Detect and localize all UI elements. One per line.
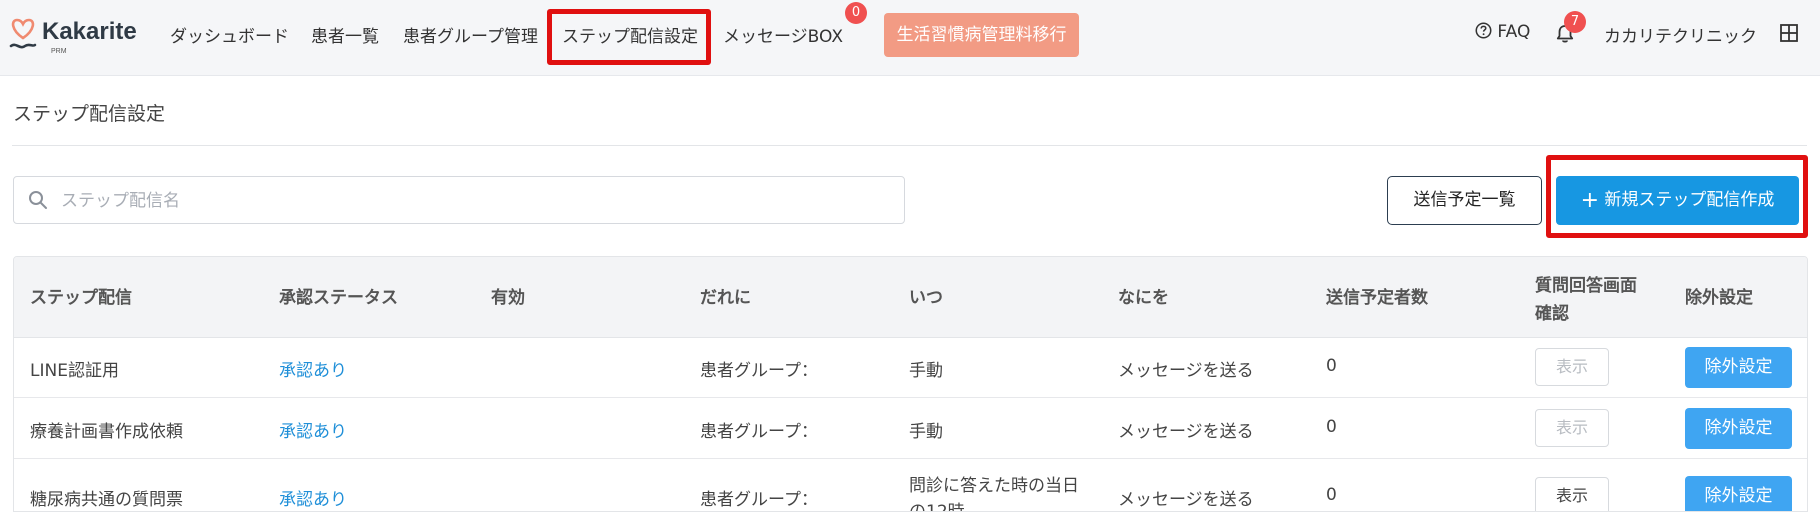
nav-patient-groups[interactable]: 患者グループ管理 (403, 22, 538, 47)
heart-logo-icon (9, 18, 37, 49)
nav-patients[interactable]: 患者一覧 (311, 22, 379, 47)
brand-sub: PRM (51, 48, 67, 55)
notification-badge: 7 (1564, 11, 1586, 33)
brand-name: Kakarite (42, 18, 137, 45)
schedule-list-button[interactable]: 送信予定一覧 (1387, 176, 1542, 225)
approval-status-link[interactable]: 承認あり (279, 417, 347, 442)
approval-status-link[interactable]: 承認あり (279, 356, 347, 381)
exclude-settings-button[interactable]: 除外設定 (1685, 476, 1792, 511)
help-circle-icon (1475, 22, 1492, 39)
grid-icon (1780, 24, 1798, 42)
show-button-disabled: 表示 (1535, 409, 1609, 447)
exclude-settings-button[interactable]: 除外設定 (1685, 408, 1792, 449)
top-navigation-bar: Kakarite PRM ダッシュボード 患者一覧 患者グループ管理 ステップ配… (0, 0, 1820, 76)
row-who: 患者グループ： (700, 361, 818, 381)
table-row: LINE認証用 承認あり 患者グループ： 手動 メッセージを送る 0 表示 除外… (14, 337, 1807, 398)
faq-label: FAQ (1497, 22, 1531, 42)
row-when: 手動 (909, 422, 943, 442)
create-step-button[interactable]: + 新規ステップ配信作成 (1556, 176, 1799, 225)
row-when: 手動 (909, 361, 943, 381)
message-box-badge: 0 (845, 2, 867, 24)
page-title: ステップ配信設定 (13, 103, 166, 125)
row-who: 患者グループ： (700, 490, 818, 510)
col-header-name: ステップ配信 (30, 288, 132, 308)
apps-grid-button[interactable] (1780, 24, 1798, 47)
show-button[interactable]: 表示 (1535, 477, 1609, 511)
step-delivery-table: ステップ配信 承認ステータス 有効 だれに いつ なにを 送信予定者数 質問回答… (13, 256, 1808, 512)
search-icon (29, 191, 47, 209)
nav-step-delivery[interactable]: ステップ配信設定 (562, 22, 698, 47)
col-header-qa: 確認 (1535, 304, 1569, 324)
create-step-label: 新規ステップ配信作成 (1604, 190, 1775, 210)
search-box (13, 176, 905, 225)
table-row: 糖尿病共通の質問票 承認あり 患者グループ： 問診に答えた時の当日 の12時 メ… (14, 459, 1807, 512)
col-header-status: 承認ステータス (279, 288, 398, 308)
row-what: メッセージを送る (1118, 422, 1254, 442)
col-header-what: なにを (1118, 288, 1169, 308)
col-header-active: 有効 (491, 288, 525, 308)
search-input[interactable] (59, 177, 893, 225)
row-who: 患者グループ： (700, 422, 818, 442)
col-header-qa: 質問回答画面 (1535, 276, 1637, 296)
show-button-disabled: 表示 (1535, 348, 1609, 386)
row-name[interactable]: 療養計画書作成依頼 (30, 417, 183, 442)
row-what: メッセージを送る (1118, 490, 1254, 510)
table-row: 療養計画書作成依頼 承認あり 患者グループ： 手動 メッセージを送る 0 表示 … (14, 398, 1807, 459)
row-when-line2: の12時 (909, 502, 965, 512)
row-name[interactable]: LINE認証用 (30, 356, 119, 381)
plus-icon: + (1580, 188, 1600, 213)
row-what: メッセージを送る (1118, 361, 1254, 381)
row-count: 0 (1326, 417, 1337, 437)
nav-message-box[interactable]: メッセージBOX (723, 22, 843, 47)
row-count: 0 (1326, 356, 1337, 376)
approval-status-link[interactable]: 承認あり (279, 485, 347, 510)
nav-dashboard[interactable]: ダッシュボード (170, 22, 289, 47)
table-header: ステップ配信 承認ステータス 有効 だれに いつ なにを 送信予定者数 質問回答… (14, 257, 1807, 338)
faq-link[interactable]: FAQ (1475, 22, 1530, 42)
col-header-who: だれに (700, 288, 751, 308)
col-header-exclude: 除外設定 (1685, 288, 1753, 308)
row-name[interactable]: 糖尿病共通の質問票 (30, 485, 183, 510)
col-header-count: 送信予定者数 (1326, 288, 1428, 308)
clinic-name[interactable]: カカリテクリニック (1604, 22, 1757, 47)
row-count: 0 (1326, 485, 1337, 505)
divider (12, 145, 1807, 146)
row-when: 問診に答えた時の当日 (909, 476, 1079, 496)
col-header-when: いつ (909, 288, 943, 308)
migrate-button[interactable]: 生活習慣病管理料移行 (884, 13, 1079, 57)
exclude-settings-button[interactable]: 除外設定 (1685, 347, 1792, 388)
